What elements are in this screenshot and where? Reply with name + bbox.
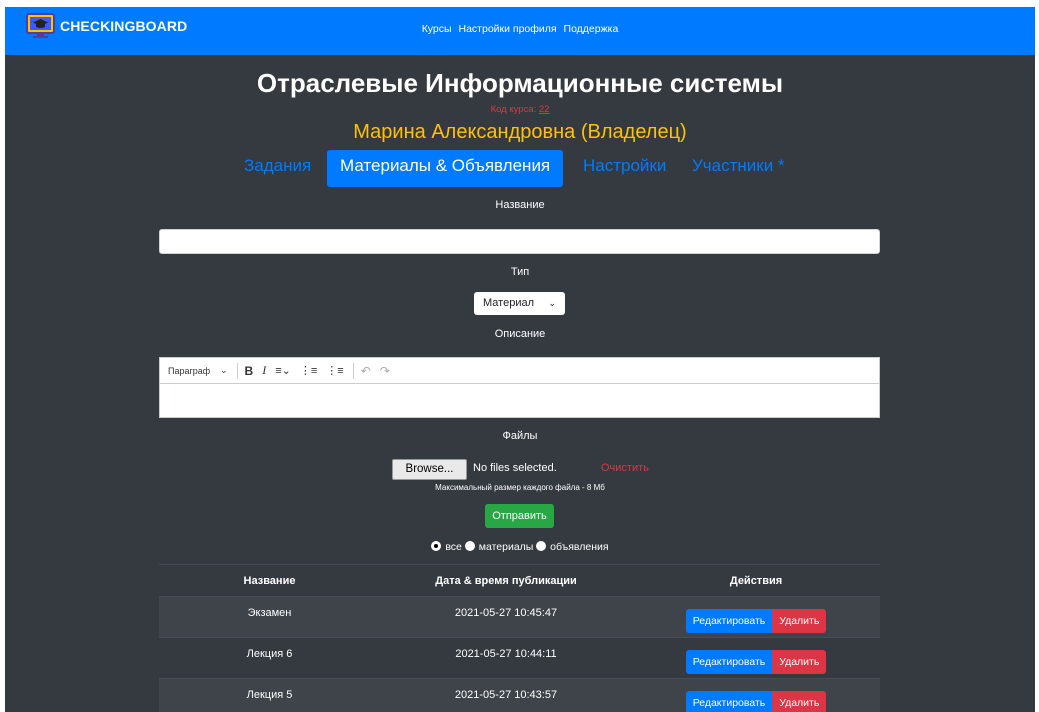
chevron-down-icon[interactable]: ⌄ <box>220 365 228 376</box>
type-label: Тип <box>510 266 530 278</box>
row-datetime: 2021-05-27 10:43:57 <box>454 689 558 701</box>
name-input[interactable] <box>159 229 880 254</box>
radio-announcements-label: объявления <box>550 541 609 553</box>
tab-assignments[interactable]: Задания <box>244 150 311 187</box>
header-name: Название <box>243 574 296 587</box>
chevron-down-icon: ⌄ <box>548 298 556 308</box>
max-size-hint: Максимальный размер каждого файла - 8 Мб <box>435 483 605 492</box>
no-files-text: No files selected. <box>473 462 557 474</box>
edit-button[interactable]: Редактировать <box>685 609 773 633</box>
editor-toolbar: Параграф ⌄ B I ≡⌄ ⋮≡ ⋮≡ ↶ ↷ <box>160 358 879 384</box>
table-row: Лекция 5 2021-05-27 10:43:57 Редактирова… <box>159 678 880 712</box>
filter-radios: все материалы объявления <box>5 541 1035 553</box>
toolbar-divider <box>236 362 238 379</box>
radio-all-label: все <box>445 541 462 553</box>
clear-link[interactable]: Очистить <box>601 462 649 474</box>
row-name: Лекция 5 <box>246 689 293 701</box>
tab-participants[interactable]: Участники * <box>692 150 785 187</box>
table-row: Экзамен 2021-05-27 10:45:47 Редактироват… <box>159 596 880 637</box>
table-row: Лекция 6 2021-05-27 10:44:11 Редактирова… <box>159 637 880 678</box>
paragraph-select[interactable]: Параграф <box>160 366 220 376</box>
table-header: Название Дата & время публикации Действи… <box>159 564 880 596</box>
header-actions: Действия <box>729 574 783 587</box>
row-name: Лекция 6 <box>246 648 293 660</box>
italic-icon[interactable]: I <box>262 363 266 378</box>
tab-settings[interactable]: Настройки <box>583 150 666 187</box>
submit-button[interactable]: Отправить <box>485 504 554 528</box>
course-owner: Марина Александровна (Владелец) <box>353 121 687 143</box>
delete-button[interactable]: Удалить <box>772 691 827 712</box>
course-code: Код курса: 22 <box>5 104 1035 115</box>
nav-link-courses[interactable]: Курсы <box>422 23 452 35</box>
browse-button[interactable]: Browse... <box>392 459 467 480</box>
row-actions: Редактировать Удалить <box>632 601 880 633</box>
bulleted-list-icon[interactable]: ⋮≡ <box>300 364 317 377</box>
navbar: CHECKINGBOARD Курсы Настройки профиля По… <box>5 7 1035 55</box>
radio-all[interactable] <box>431 541 442 551</box>
radio-materials[interactable] <box>464 541 475 551</box>
delete-button[interactable]: Удалить <box>772 650 827 674</box>
row-actions: Редактировать Удалить <box>632 683 880 712</box>
materials-table: Название Дата & время публикации Действи… <box>159 564 880 712</box>
files-label: Файлы <box>502 430 538 442</box>
radio-announcements[interactable] <box>536 541 547 551</box>
redo-icon[interactable]: ↷ <box>380 364 390 378</box>
row-datetime: 2021-05-27 10:44:11 <box>455 648 557 660</box>
course-title: Отраслевые Информационные системы <box>256 68 784 98</box>
row-actions: Редактировать Удалить <box>632 642 880 674</box>
align-icon[interactable]: ≡⌄ <box>275 364 291 377</box>
course-tabs: Задания Материалы & Объявления Настройки… <box>5 150 1035 188</box>
course-code-label: Код курса: <box>490 104 537 115</box>
undo-icon[interactable]: ↶ <box>361 364 371 378</box>
nav-link-support[interactable]: Поддержка <box>564 23 619 35</box>
delete-button[interactable]: Удалить <box>772 609 827 633</box>
name-label: Название <box>495 199 545 211</box>
toolbar-divider <box>352 362 354 379</box>
row-name: Экзамен <box>247 607 292 619</box>
radio-materials-label: материалы <box>478 541 534 553</box>
header-datetime: Дата & время публикации <box>435 574 577 587</box>
bold-icon[interactable]: B <box>245 364 254 378</box>
rich-text-editor: Параграф ⌄ B I ≡⌄ ⋮≡ ⋮≡ ↶ ↷ <box>159 357 880 418</box>
type-select-value: Материал <box>483 297 534 309</box>
edit-button[interactable]: Редактировать <box>685 650 773 674</box>
edit-button[interactable]: Редактировать <box>685 691 773 712</box>
numbered-list-icon[interactable]: ⋮≡ <box>326 364 343 377</box>
tab-materials-announcements[interactable]: Материалы & Объявления <box>327 150 564 187</box>
row-datetime: 2021-05-27 10:45:47 <box>454 607 558 619</box>
course-code-link[interactable]: 22 <box>539 104 550 115</box>
nav-link-profile-settings[interactable]: Настройки профиля <box>459 23 557 35</box>
app-frame: CHECKINGBOARD Курсы Настройки профиля По… <box>5 7 1035 712</box>
description-label: Описание <box>494 328 546 340</box>
type-select[interactable]: Материал ⌄ <box>474 292 565 315</box>
nav-links: Курсы Настройки профиля Поддержка <box>5 23 1035 35</box>
editor-content[interactable] <box>160 384 879 418</box>
